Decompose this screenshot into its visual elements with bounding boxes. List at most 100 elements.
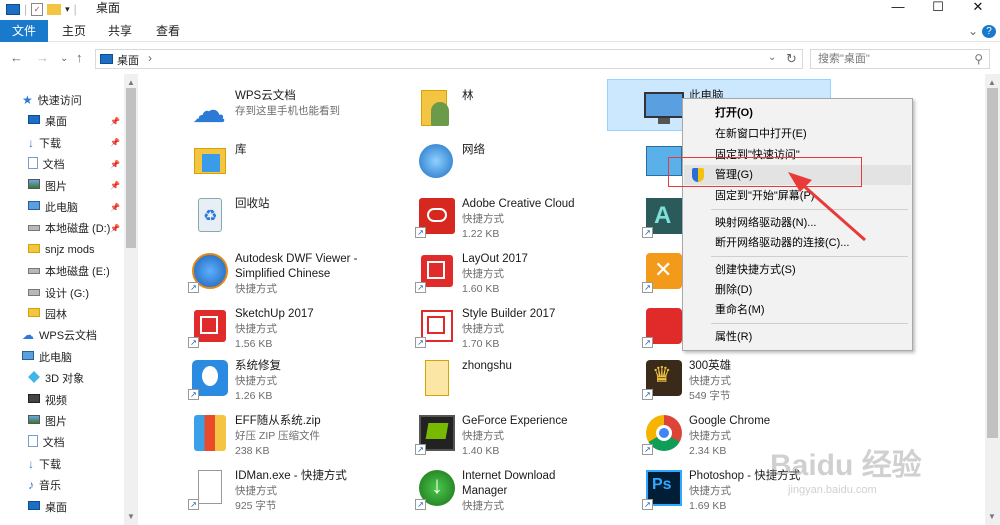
file-name: Adobe Creative Cloud bbox=[462, 198, 575, 210]
sidebar-item[interactable]: 桌面 📌 bbox=[28, 111, 120, 131]
properties-icon[interactable]: ✓ bbox=[31, 2, 44, 16]
tab-view[interactable]: 查看 bbox=[150, 20, 186, 42]
pin-icon[interactable]: 📌 bbox=[110, 138, 120, 147]
close-button[interactable]: ✕ bbox=[958, 0, 998, 16]
sidebar-item[interactable]: ↓ 下载 📌 bbox=[28, 133, 120, 153]
pin-icon[interactable]: 📌 bbox=[110, 224, 120, 233]
menu-item-create-shortcut[interactable]: 创建快捷方式(S) bbox=[684, 260, 911, 280]
file-item[interactable]: ☁ WPS云文档 存到这里手机也能看到 bbox=[188, 86, 340, 130]
minimize-button[interactable]: — bbox=[878, 0, 918, 16]
file-name: 回收站 bbox=[235, 198, 270, 210]
desktop-icon bbox=[28, 115, 40, 127]
up-button[interactable]: ↑ bbox=[76, 50, 83, 65]
new-folder-icon[interactable] bbox=[47, 3, 62, 15]
address-dropdown-icon[interactable]: ⌄ bbox=[768, 52, 776, 63]
file-item[interactable]: ↗ Autodesk DWF Viewer - Simplified Chinese… bbox=[188, 249, 358, 297]
tab-file[interactable]: 文件 bbox=[0, 20, 48, 42]
ribbon-expand-icon[interactable]: ⌄ bbox=[966, 20, 980, 42]
sidebar-item[interactable]: 本地磁盘 (D:) 📌 bbox=[28, 218, 120, 238]
file-item[interactable]: 网络 bbox=[415, 140, 485, 184]
tab-share[interactable]: 共享 bbox=[102, 20, 138, 42]
menu-item-properties[interactable]: 属性(R) bbox=[684, 327, 911, 347]
search-input[interactable]: 搜索"桌面" ⚲ bbox=[810, 49, 990, 69]
menu-item-open-new-window[interactable]: 在新窗口中打开(E) bbox=[684, 124, 911, 144]
sidebar-item[interactable]: 3D 对象 bbox=[28, 368, 84, 388]
file-size: 1.26 KB bbox=[235, 390, 273, 402]
sidebar-item[interactable]: 文档 📌 bbox=[28, 154, 120, 174]
customize-toolbar-icon[interactable]: ▾ bbox=[65, 4, 70, 15]
pin-icon[interactable]: 📌 bbox=[110, 160, 120, 169]
computer-icon bbox=[642, 86, 686, 130]
file-item[interactable]: ↗ Adobe Creative Cloud 快捷方式 1.22 KB bbox=[415, 194, 575, 242]
sidebar-item[interactable]: 文档 bbox=[28, 432, 65, 452]
file-item[interactable]: ↗ 系统修复 快捷方式 1.26 KB bbox=[188, 356, 281, 404]
menu-item-disconnect-network-drive[interactable]: 断开网络驱动器的连接(C)... bbox=[684, 233, 911, 253]
file-type: 存到这里手机也能看到 bbox=[235, 105, 340, 117]
sidebar-item[interactable]: ♪ 音乐 bbox=[28, 475, 61, 495]
file-item[interactable]: EFF随从系统.zip 好压 ZIP 压缩文件 238 KB bbox=[188, 411, 321, 459]
main-scrollbar[interactable]: ▲ ▼ bbox=[985, 74, 1000, 525]
shortcut-arrow-icon: ↗ bbox=[415, 282, 426, 293]
folder-icon bbox=[415, 356, 459, 400]
sidebar-item[interactable]: ↓ 下载 bbox=[28, 454, 61, 474]
sidebar-item[interactable]: 园林 bbox=[28, 304, 67, 324]
divider: | bbox=[73, 2, 77, 16]
sidebar-item[interactable]: ★ 快速访问 bbox=[22, 90, 82, 110]
file-item[interactable]: ↗ Google Chrome 快捷方式 2.34 KB bbox=[642, 411, 770, 459]
file-name: Autodesk DWF Viewer - bbox=[235, 253, 358, 265]
sidebar-item[interactable]: 此电脑 bbox=[22, 347, 72, 367]
file-item[interactable]: ↗ GeForce Experience 快捷方式 1.40 KB bbox=[415, 411, 567, 459]
menu-separator bbox=[711, 323, 908, 324]
menu-item-delete[interactable]: 删除(D) bbox=[684, 280, 911, 300]
help-icon[interactable]: ? bbox=[982, 25, 996, 38]
sidebar-item[interactable]: snjz mods bbox=[28, 240, 95, 260]
pin-icon[interactable]: 📌 bbox=[110, 203, 120, 212]
breadcrumb-chevron-icon[interactable]: › bbox=[148, 51, 152, 65]
sidebar-item[interactable]: 本地磁盘 (E:) bbox=[28, 261, 110, 281]
file-item[interactable]: zhongshu bbox=[415, 356, 512, 400]
address-bar[interactable]: › 桌面 › ⌄ ↻ bbox=[95, 49, 803, 69]
search-icon: ⚲ bbox=[974, 52, 983, 66]
file-item[interactable]: 库 bbox=[188, 140, 247, 184]
file-name: GeForce Experience bbox=[462, 415, 568, 427]
back-button[interactable]: ← bbox=[10, 50, 23, 65]
file-type: 快捷方式 bbox=[462, 213, 504, 225]
sidebar-item[interactable]: ☁ WPS云文档 bbox=[22, 325, 97, 345]
tab-home[interactable]: 主页 bbox=[56, 20, 92, 42]
sidebar-scrollbar[interactable]: ▲ ▼ bbox=[124, 74, 138, 525]
file-item[interactable]: ↗ LayOut 2017 快捷方式 1.60 KB bbox=[415, 249, 528, 297]
maximize-button[interactable]: ☐ bbox=[918, 0, 958, 16]
file-item[interactable]: ↗ IDMan.exe - 快捷方式 快捷方式 925 字节 bbox=[188, 466, 347, 514]
file-type: 快捷方式 bbox=[462, 323, 504, 335]
sidebar-item[interactable]: 图片 📌 bbox=[28, 176, 120, 196]
sidebar-item[interactable]: 图片 bbox=[28, 411, 67, 431]
breadcrumb-desktop[interactable]: 桌面 bbox=[117, 52, 139, 68]
menu-item-open[interactable]: 打开(O) bbox=[684, 103, 911, 123]
sidebar-item-label: 3D 对象 bbox=[45, 373, 85, 386]
geforce-icon: ↗ bbox=[415, 411, 459, 455]
sidebar-item[interactable]: 设计 (G:) bbox=[28, 283, 89, 303]
refresh-button[interactable]: ↻ bbox=[786, 51, 797, 67]
file-item[interactable]: 林 bbox=[415, 86, 474, 130]
sidebar-item[interactable]: 桌面 bbox=[28, 497, 67, 517]
file-item[interactable]: ♻ 回收站 bbox=[188, 194, 270, 238]
adobe-cc-icon: ↗ bbox=[415, 194, 459, 238]
folder-icon bbox=[28, 307, 40, 321]
file-size: 1.40 KB bbox=[462, 445, 500, 457]
sidebar-item[interactable]: 视频 bbox=[28, 390, 67, 410]
menu-item-rename[interactable]: 重命名(M) bbox=[684, 300, 911, 320]
file-item[interactable]: ♛ ↗ 300英雄 快捷方式 549 字节 bbox=[642, 356, 731, 404]
forward-button[interactable]: → bbox=[36, 50, 49, 65]
menu-item-pin-start[interactable]: 固定到"开始"屏幕(P) bbox=[684, 186, 911, 206]
pin-icon[interactable]: 📌 bbox=[110, 117, 120, 126]
file-item[interactable]: ↓ ↗ Internet Download Manager 快捷方式 bbox=[415, 466, 555, 514]
menu-item-map-network-drive[interactable]: 映射网络驱动器(N)... bbox=[684, 213, 911, 233]
sidebar-item[interactable]: 此电脑 📌 bbox=[28, 197, 120, 217]
file-item[interactable]: ↗ Style Builder 2017 快捷方式 1.70 KB bbox=[415, 304, 555, 352]
pin-icon[interactable]: 📌 bbox=[110, 181, 120, 190]
file-item[interactable]: ↗ SketchUp 2017 快捷方式 1.56 KB bbox=[188, 304, 314, 352]
recent-locations-button[interactable]: ⌄ bbox=[60, 53, 68, 64]
file-type: 快捷方式 bbox=[462, 268, 504, 280]
3d-icon bbox=[28, 370, 40, 386]
computer-icon bbox=[22, 350, 34, 363]
